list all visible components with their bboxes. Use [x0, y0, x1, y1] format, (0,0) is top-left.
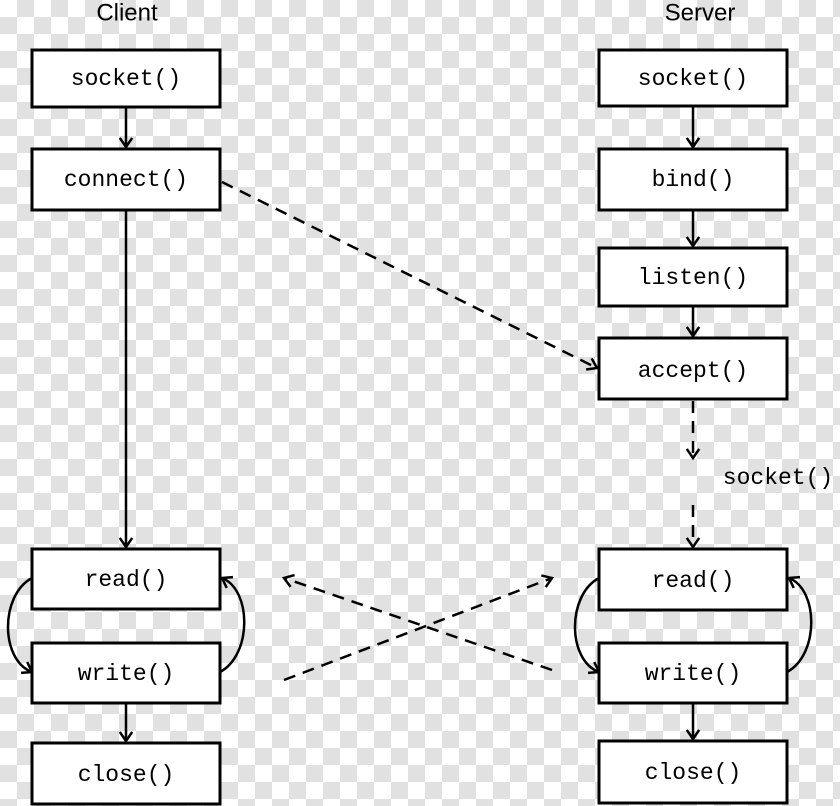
socket-flow-diagram: Client Server socket() connect() read() …	[6, 0, 833, 806]
svg-text:write(): write()	[645, 661, 742, 687]
svg-text:close(): close()	[645, 760, 742, 786]
client-heading: Client	[96, 0, 158, 27]
server-write-to-client-read-dashed-arrow	[283, 576, 553, 672]
client-close-box: close()	[30, 741, 222, 806]
svg-text:socket(): socket()	[71, 66, 181, 92]
svg-text:close(): close()	[78, 762, 175, 788]
client-write-to-server-read-dashed-arrow	[283, 576, 553, 682]
server-bind-box: bind()	[597, 147, 789, 212]
server-read-box: read()	[597, 547, 789, 612]
server-socket-box: socket()	[597, 48, 789, 108]
client-read-box: read()	[30, 547, 222, 611]
svg-text:read(): read()	[652, 568, 735, 594]
client-write-box: write()	[30, 641, 222, 705]
client-connect-box: connect()	[30, 147, 222, 212]
svg-text:bind(): bind()	[652, 167, 735, 193]
server-write-box: write()	[597, 641, 789, 705]
svg-text:accept(): accept()	[638, 358, 748, 384]
connect-to-accept-dashed-arrow	[221, 180, 598, 370]
server-listen-box: listen()	[597, 246, 789, 308]
accept-to-read-dashed-arrow-arrowhead	[685, 537, 701, 550]
svg-text:write(): write()	[78, 661, 175, 687]
server-write-to-client-read-dashed-arrow-arrowhead	[281, 573, 295, 588]
svg-text:listen(): listen()	[638, 265, 748, 291]
svg-text:connect(): connect()	[64, 167, 188, 193]
server-write-to-read-loop	[786, 576, 813, 674]
svg-text:read(): read()	[85, 567, 168, 593]
server-read-to-write-loop	[573, 576, 600, 674]
client-read-to-write-loop	[6, 576, 33, 674]
client-socket-box: socket()	[30, 48, 222, 109]
svg-text:socket(): socket()	[638, 66, 748, 92]
server-heading: Server	[665, 0, 736, 27]
server-accept-box: accept()	[597, 336, 789, 401]
socket-edge-label: socket()	[723, 465, 833, 491]
server-close-box: close()	[597, 739, 789, 805]
client-write-to-read-loop	[219, 576, 246, 674]
